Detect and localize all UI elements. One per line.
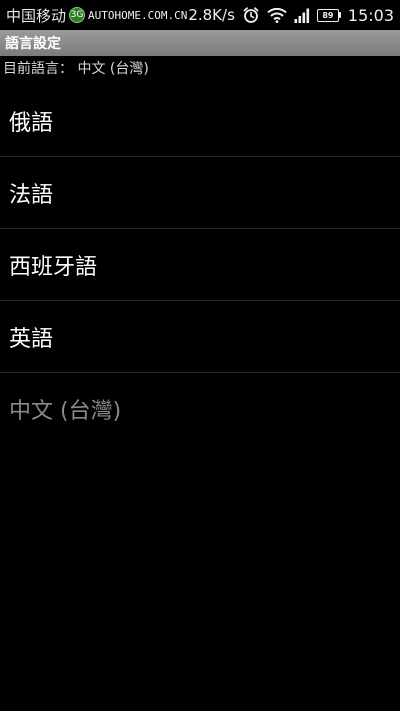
network-type-badge: 3G (69, 7, 86, 23)
battery-icon: 89 (316, 8, 341, 22)
language-option-french[interactable]: 法語 (0, 157, 400, 229)
language-option-chinese-taiwan: 中文 (台灣) (9, 399, 122, 424)
status-left: 中国移动 3G AUTOHOME.COM.CN (6, 5, 187, 26)
signal-bars-icon (294, 8, 310, 23)
language-option-english[interactable]: 英語 (0, 301, 400, 373)
language-option-spanish[interactable]: 西班牙語 (0, 229, 400, 301)
status-clock: 15:03 (347, 5, 394, 25)
network-speed: 2.8K/s (188, 6, 235, 24)
wifi-icon (267, 7, 287, 23)
battery-level: 89 (316, 8, 339, 22)
carrier-name: 中国移动 (6, 6, 67, 25)
language-list: 俄語 法語 西班牙語 英語 中文 (台灣) (0, 85, 400, 445)
title-bar: 語言設定 (0, 30, 400, 56)
alarm-clock-icon (242, 6, 260, 24)
status-bar: 中国移动 3G AUTOHOME.COM.CN 2.8K/s 89 15:03 (0, 0, 400, 30)
page-title: 語言設定 (5, 36, 61, 52)
status-right: 2.8K/s 89 15:03 (188, 6, 394, 25)
watermark-text: AUTOHOME.COM.CN (88, 8, 188, 22)
current-language-label: 目前語言： 中文 (台灣) (3, 61, 149, 77)
language-option-russian[interactable]: 俄語 (0, 85, 400, 157)
